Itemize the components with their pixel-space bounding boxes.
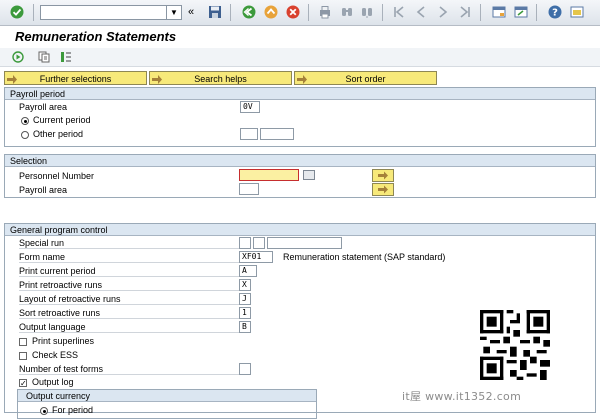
form-name-label: Form name — [19, 252, 239, 263]
other-period-from-field[interactable] — [240, 128, 258, 140]
toolbar-separator — [536, 4, 537, 21]
special-run-field-3[interactable] — [267, 237, 342, 249]
print-retroactive-runs-field[interactable]: X — [239, 279, 251, 291]
exit-icon[interactable] — [264, 5, 278, 19]
output-language-field[interactable]: B — [239, 321, 251, 333]
toolbar-separator — [382, 4, 383, 21]
payroll-period-section: Payroll period Payroll area 0V Current p… — [4, 87, 596, 147]
layout-of-retroactive-runs-label: Layout of retroactive runs — [19, 294, 239, 305]
get-variant-icon[interactable] — [38, 51, 50, 63]
output-log-label: Output log — [32, 377, 74, 387]
selection-section: Selection Personnel Number Payroll area — [4, 154, 596, 198]
toolbar-separator — [230, 4, 231, 21]
selection-payroll-area-field[interactable] — [239, 183, 259, 195]
help-icon[interactable]: ? — [548, 5, 562, 19]
personnel-number-field[interactable] — [239, 169, 299, 181]
layout-of-retroactive-runs-field[interactable]: J — [239, 293, 251, 305]
special-run-label: Special run — [19, 238, 239, 249]
next-page-icon[interactable] — [436, 5, 450, 19]
chevron-down-icon[interactable]: ▼ — [166, 6, 181, 19]
search-helps-button[interactable]: Search helps — [149, 71, 292, 85]
back-nav-icon[interactable] — [242, 5, 256, 19]
toolbar-separator — [308, 4, 309, 21]
application-toolbar — [0, 48, 600, 67]
svg-text:?: ? — [552, 8, 558, 19]
arrow-right-icon — [378, 171, 388, 180]
check-ess-label: Check ESS — [32, 350, 79, 360]
arrow-right-icon — [378, 185, 388, 194]
print-current-period-label: Print current period — [19, 266, 239, 277]
arrow-right-icon — [7, 74, 17, 84]
sort-order-label: Sort order — [345, 74, 386, 84]
cancel-icon[interactable] — [286, 5, 300, 19]
print-icon[interactable] — [318, 5, 332, 19]
execute-icon[interactable] — [12, 51, 24, 63]
for-period-label: For period — [52, 405, 94, 415]
further-selections-label: Further selections — [39, 74, 112, 84]
special-run-field-2[interactable] — [253, 237, 265, 249]
toolbar-separator — [480, 4, 481, 21]
payroll-area-label: Payroll area — [19, 102, 68, 112]
payroll-area-multiple-selection-button[interactable] — [372, 183, 394, 196]
sort-retroactive-runs-field[interactable]: 1 — [239, 307, 251, 319]
further-selections-button[interactable]: Further selections — [4, 71, 147, 85]
print-superlines-label: Print superlines — [32, 336, 95, 346]
first-page-icon[interactable] — [392, 5, 406, 19]
search-helps-label: Search helps — [194, 74, 247, 84]
selection-options-icon[interactable] — [60, 51, 72, 63]
output-language-label: Output language — [19, 322, 239, 333]
section-heading: General program control — [5, 224, 595, 236]
personnel-number-label: Personnel Number — [19, 171, 95, 181]
special-run-field-1[interactable] — [239, 237, 251, 249]
watermark-text: it屋 www.it1352.com — [402, 390, 522, 403]
sort-retroactive-runs-label: Sort retroactive runs — [19, 308, 239, 319]
form-name-description: Remuneration statement (SAP standard) — [283, 252, 446, 262]
section-heading: Selection — [5, 155, 595, 167]
multiple-selection-icon[interactable] — [303, 170, 315, 180]
section-heading: Payroll period — [5, 88, 595, 100]
payroll-area-field[interactable]: 0V — [240, 101, 260, 113]
shortcut-icon[interactable] — [514, 5, 528, 19]
command-field[interactable]: ▼ — [40, 5, 182, 20]
number-of-test-forms-label: Number of test forms — [19, 364, 239, 375]
print-current-period-field[interactable]: A — [239, 265, 257, 277]
check-ess-checkbox[interactable] — [19, 352, 27, 360]
check-icon[interactable] — [10, 5, 24, 19]
current-period-label: Current period — [33, 115, 91, 125]
arrow-right-icon — [297, 74, 307, 84]
output-currency-heading: Output currency — [18, 390, 316, 402]
other-period-to-field[interactable] — [260, 128, 294, 140]
page-title: Remuneration Statements — [15, 29, 177, 44]
for-period-radio[interactable] — [40, 407, 48, 415]
find-next-icon[interactable] — [360, 5, 374, 19]
save-icon[interactable] — [208, 5, 222, 19]
arrow-right-icon — [152, 74, 162, 84]
current-period-radio[interactable] — [21, 117, 29, 125]
personnel-number-multiple-selection-button[interactable] — [372, 169, 394, 182]
number-of-test-forms-field[interactable] — [239, 363, 251, 375]
print-retroactive-runs-label: Print retroactive runs — [19, 280, 239, 291]
other-period-label: Other period — [33, 129, 84, 139]
back-icon[interactable]: « — [188, 5, 202, 19]
output-currency-group: Output currency For period — [17, 389, 317, 419]
form-name-field[interactable]: XF01 — [239, 251, 273, 263]
selection-buttons: Further selections Search helps Sort ord… — [0, 71, 600, 86]
last-page-icon[interactable] — [458, 5, 472, 19]
print-superlines-checkbox[interactable] — [19, 338, 27, 346]
find-icon[interactable] — [340, 5, 354, 19]
payroll-area-label: Payroll area — [19, 185, 68, 195]
toolbar-separator — [33, 4, 34, 21]
previous-page-icon[interactable] — [414, 5, 428, 19]
title-bar: Remuneration Statements — [0, 26, 600, 48]
other-period-radio[interactable] — [21, 131, 29, 139]
new-session-icon[interactable] — [492, 5, 506, 19]
sort-order-button[interactable]: Sort order — [294, 71, 437, 85]
system-toolbar: ▼ « ? — [0, 0, 600, 26]
qr-code-image — [480, 310, 550, 380]
output-log-checkbox[interactable]: ✓ — [19, 379, 27, 388]
customize-layout-icon[interactable] — [570, 5, 584, 19]
